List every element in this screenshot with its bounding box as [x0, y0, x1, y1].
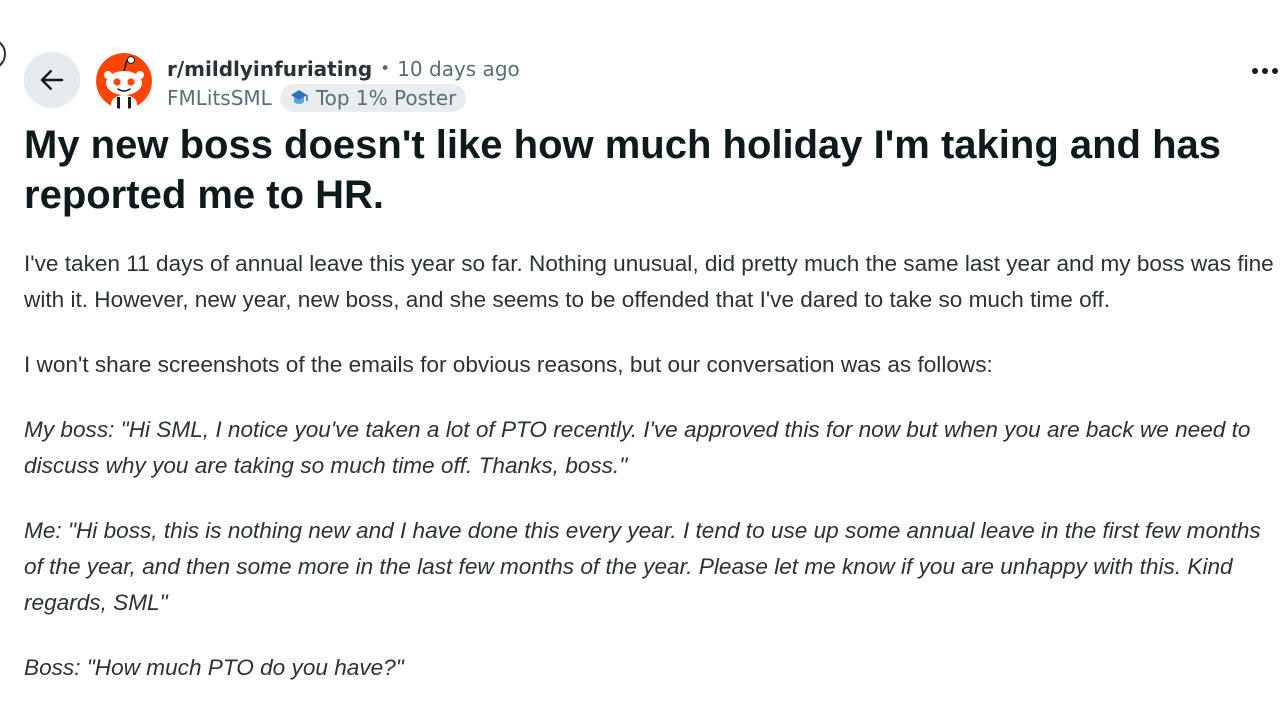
post-paragraph-quote: Boss: "How much PTO do you have?": [24, 655, 404, 680]
post-paragraph: I won't share screenshots of the emails …: [24, 352, 993, 377]
snoo-avatar-icon: [96, 53, 152, 109]
post-title: My new boss doesn't like how much holida…: [24, 123, 1222, 217]
menu-dot: [1252, 68, 1258, 74]
user-flair-badge: Top 1% Poster: [279, 84, 467, 112]
author-username[interactable]: FMLitsSML: [167, 84, 272, 112]
post-timestamp: 10 days ago: [397, 57, 520, 81]
back-button[interactable]: [24, 52, 80, 108]
subreddit-link[interactable]: r/mildlyinfuriating: [167, 55, 372, 83]
overflow-menu-button[interactable]: [1252, 68, 1278, 74]
post-paragraph-quote: My boss: "Hi SML, I notice you've taken …: [24, 417, 1251, 478]
post-body: I've taken 11 days of annual leave this …: [24, 246, 1280, 715]
menu-dot: [1262, 68, 1268, 74]
post-meta: r/mildlyinfuriating • 10 days ago FMLits…: [167, 55, 520, 112]
menu-dot: [1272, 68, 1278, 74]
top-poster-icon: [288, 89, 310, 107]
subreddit-avatar[interactable]: [96, 53, 152, 109]
arrow-left-icon: [40, 70, 64, 90]
post-paragraph: I've taken 11 days of annual leave this …: [24, 251, 1274, 312]
separator-dot: •: [380, 59, 391, 79]
partial-circle-icon: [0, 38, 6, 70]
post-paragraph-quote: Me: "Hi boss, this is nothing new and I …: [24, 518, 1261, 615]
flair-label: Top 1% Poster: [315, 86, 457, 110]
meta-line-author: FMLitsSML Top 1% Poster: [167, 84, 520, 112]
post-page: r/mildlyinfuriating • 10 days ago FMLits…: [0, 0, 1280, 720]
meta-line-subreddit: r/mildlyinfuriating • 10 days ago: [167, 55, 520, 83]
